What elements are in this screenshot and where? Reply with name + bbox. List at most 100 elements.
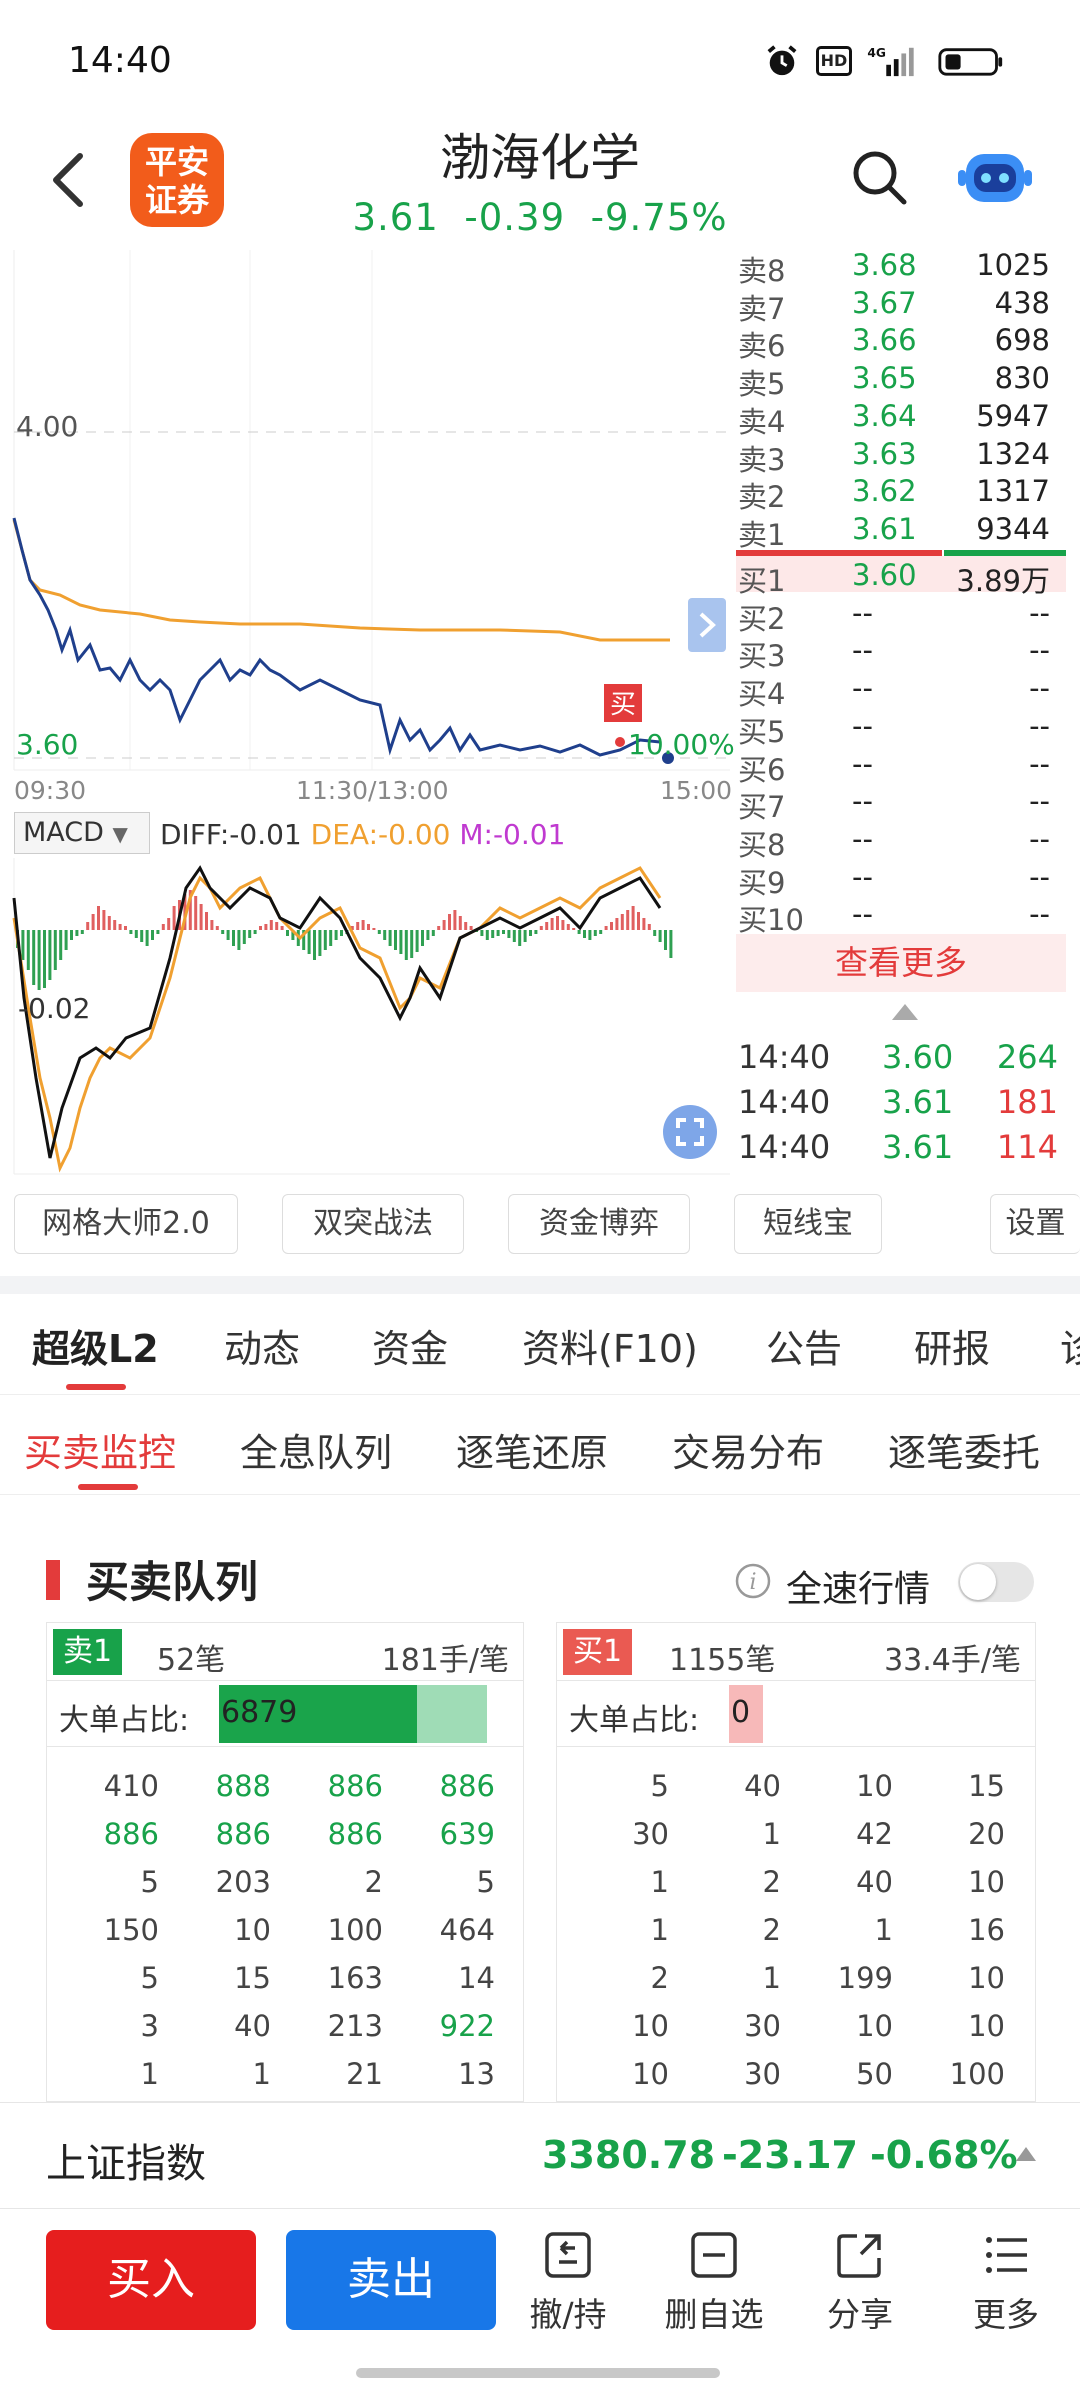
tick-time: 14:40 — [738, 1083, 831, 1121]
bid-row[interactable]: 买6 -- -- — [738, 747, 1060, 787]
ask-row[interactable]: 卖4 3.64 5947 — [738, 398, 1060, 439]
ask-row[interactable]: 卖2 3.62 1317 — [738, 474, 1060, 514]
bid-row[interactable]: 买3 -- -- — [738, 633, 1060, 673]
tool-capital-game[interactable]: 资金博弈 — [508, 1194, 690, 1254]
subtab-holo-queue[interactable]: 全息队列 — [240, 1422, 392, 1477]
robot-assistant-icon[interactable] — [958, 146, 1032, 210]
bid-row[interactable]: 买7 -- -- — [738, 784, 1060, 824]
bid-row[interactable]: 买10 -- -- — [738, 897, 1060, 937]
tab-super-l2[interactable]: 超级L2 — [32, 1318, 159, 1373]
macd-histogram-bar — [410, 930, 414, 958]
sell-queue-cell: 1 — [252, 2057, 271, 2091]
buy-queue-cell: 10 — [968, 1961, 1005, 1995]
buy-queue-cell: 15 — [968, 1769, 1005, 1803]
tick-price: 3.61 — [882, 1128, 954, 1166]
expand-up-icon[interactable] — [1016, 2147, 1036, 2161]
macd-histogram-bar — [491, 930, 495, 938]
macd-histogram-bar — [480, 930, 484, 936]
macd-histogram-bar — [318, 930, 322, 956]
tab-profile-f10[interactable]: 资料(F10) — [522, 1318, 698, 1373]
tool-short-line[interactable]: 短线宝 — [734, 1194, 882, 1254]
macd-histogram-bar — [361, 920, 365, 930]
sell-queue-cell: 15 — [234, 1961, 271, 1995]
ask-row[interactable]: 卖5 3.65 830 — [738, 361, 1060, 401]
view-more-button[interactable]: 查看更多 — [736, 934, 1066, 992]
chevron-up-icon[interactable] — [892, 1004, 918, 1020]
tab-funds[interactable]: 资金 — [372, 1318, 448, 1373]
macd-histogram-bar — [507, 930, 511, 938]
bid-level: 买5 — [738, 714, 786, 749]
macd-histogram-bar — [588, 930, 592, 940]
ask-row[interactable]: 卖8 3.68 1025 — [738, 248, 1060, 288]
macd-chart[interactable] — [0, 858, 732, 1176]
ask-row[interactable]: 卖7 3.67 438 — [738, 286, 1060, 326]
ask-price: 3.64 — [852, 398, 917, 433]
buy-queue-cell: 2 — [650, 1961, 669, 1995]
bid-row[interactable]: 买8 -- -- — [738, 822, 1060, 862]
sell-big-ratio-value: 6879 — [221, 1695, 298, 1730]
status-bar: 14:40 HD 4G — [0, 0, 1080, 120]
macd-histogram-bar — [151, 930, 154, 940]
macd-histogram-bar — [518, 930, 522, 946]
macd-histogram-bar — [70, 930, 73, 940]
macd-histogram-bar — [453, 910, 457, 930]
macd-histogram-bar — [399, 930, 403, 954]
bid-row[interactable]: 买4 -- -- — [738, 671, 1060, 711]
tab-dynamics[interactable]: 动态 — [224, 1318, 300, 1373]
info-icon[interactable]: i — [734, 1562, 772, 1600]
macd-histogram-bar — [210, 920, 214, 930]
ask-row[interactable]: 卖6 3.66 698 — [738, 323, 1060, 363]
buy-queue-cell: 100 — [949, 2057, 1005, 2091]
subtab-tick-replay[interactable]: 逐笔还原 — [456, 1422, 608, 1477]
bid-price: -- — [852, 708, 873, 743]
bid-volume: -- — [1029, 708, 1050, 743]
time-mid: 11:30/13:00 — [296, 776, 449, 805]
bid-row[interactable]: 买1 3.60 3.89万 — [738, 558, 1060, 598]
macd-histogram-bar — [43, 930, 46, 988]
buy-signal-marker[interactable]: 买 — [604, 686, 642, 724]
more-button[interactable]: 更多 — [946, 2228, 1066, 2336]
buy-button[interactable]: 买入 — [46, 2230, 256, 2330]
share-button[interactable]: 分享 — [800, 2228, 920, 2336]
ask-row[interactable]: 卖3 3.63 1324 — [738, 437, 1060, 477]
macd-histogram-bar — [275, 922, 279, 930]
bid-row[interactable]: 买5 -- -- — [738, 708, 1060, 749]
cancel-hold-button[interactable]: 撤/持 — [508, 2228, 628, 2336]
stock-name: 渤海化学 — [440, 129, 640, 187]
buy-queue-cell: 30 — [632, 1817, 669, 1851]
macd-histogram-bar — [367, 924, 370, 930]
remove-watchlist-icon — [691, 2232, 737, 2278]
subtab-tick-orders[interactable]: 逐笔委托 — [888, 1422, 1040, 1477]
fast-quote-toggle[interactable] — [958, 1562, 1034, 1602]
ask-row[interactable]: 卖1 3.61 9344 — [738, 512, 1060, 552]
bid-level: 买4 — [738, 677, 786, 712]
indicator-select[interactable]: MACD ▼ — [14, 812, 150, 854]
sell-button[interactable]: 卖出 — [286, 2230, 496, 2330]
macd-histogram-bar — [626, 910, 630, 930]
subtab-trade-monitor[interactable]: 买卖监控 — [24, 1422, 176, 1477]
tool-double-break[interactable]: 双突战法 — [282, 1194, 464, 1254]
bid-price: -- — [852, 859, 873, 894]
home-indicator[interactable] — [356, 2368, 720, 2378]
macd-histogram-bar — [21, 930, 25, 960]
macd-histogram-bar — [134, 930, 138, 938]
tick-volume: 181 — [996, 1083, 1058, 1121]
tab-research[interactable]: 研报 — [914, 1318, 990, 1373]
fullscreen-icon[interactable] — [662, 1104, 718, 1160]
remove-watchlist-button[interactable]: 删自选 — [654, 2228, 774, 2336]
bid-row[interactable]: 买2 -- -- — [738, 596, 1060, 636]
macd-histogram-bar — [383, 930, 387, 940]
macd-histogram-bar — [404, 930, 408, 960]
macd-histogram-bar — [431, 930, 435, 936]
bid-row[interactable]: 买9 -- -- — [738, 859, 1060, 900]
search-icon[interactable] — [850, 148, 910, 208]
section-separator — [0, 1276, 1080, 1294]
index-ticker[interactable]: 上证指数 3380.78 -23.17 -0.68% — [0, 2102, 1080, 2208]
tool-settings[interactable]: 设置 — [990, 1194, 1080, 1254]
index-name: 上证指数 — [46, 2141, 206, 2187]
macd-histogram-bar — [280, 926, 284, 930]
tab-diagnosis[interactable]: 诊 — [1060, 1318, 1080, 1373]
tool-grid-master[interactable]: 网格大师2.0 — [14, 1194, 238, 1254]
subtab-trade-distribution[interactable]: 交易分布 — [672, 1422, 824, 1477]
tab-announcements[interactable]: 公告 — [766, 1318, 842, 1373]
